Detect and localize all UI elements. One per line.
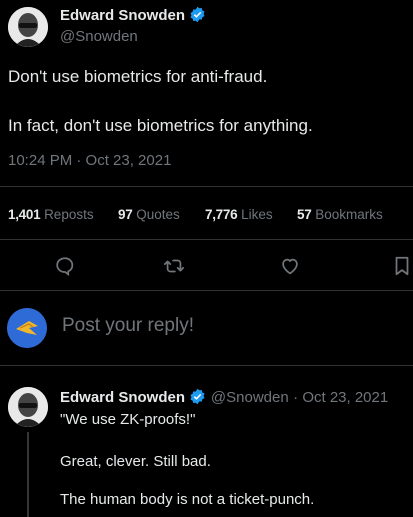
tweet-text-line-2: In fact, don't use biometrics for anythi… (8, 116, 313, 135)
author-handle[interactable]: @Snowden (60, 28, 138, 45)
likes-label: Likes (241, 207, 273, 222)
tweet-timestamp[interactable]: 10:24 PM · Oct 23, 2021 (8, 152, 171, 169)
bookmarks-stat[interactable]: 57 Bookmarks (297, 207, 383, 222)
reply-icon[interactable] (54, 255, 76, 277)
like-icon[interactable] (279, 255, 301, 277)
thread-line (27, 432, 29, 517)
author-avatar[interactable] (8, 7, 48, 47)
reposts-count: 1,401 (8, 207, 41, 222)
quotes-stat[interactable]: 97 Quotes (118, 207, 180, 222)
verified-badge-icon (189, 6, 206, 27)
divider (0, 365, 413, 366)
reposts-label: Reposts (44, 207, 94, 222)
bookmarks-count: 57 (297, 207, 312, 222)
bookmarks-label: Bookmarks (315, 207, 383, 222)
reply-author-name[interactable]: Edward Snowden (60, 389, 185, 406)
quotes-label: Quotes (136, 207, 180, 222)
reply-text-line-3: The human body is not a ticket-punch. (60, 491, 315, 508)
reply-author-avatar[interactable] (8, 387, 48, 427)
author-name-text: Edward Snowden (60, 7, 186, 24)
bookmark-icon[interactable] (392, 255, 412, 277)
quotes-count: 97 (118, 207, 133, 222)
repost-icon[interactable] (163, 255, 185, 277)
divider (0, 186, 413, 187)
author-name[interactable]: Edward Snowden (60, 6, 206, 27)
reply-input[interactable]: Post your reply! (62, 315, 194, 337)
reply-text-line-1: "We use ZK-proofs!" (60, 411, 196, 428)
divider (0, 290, 413, 291)
reply-author-handle[interactable]: @Snowden (211, 389, 289, 406)
reply-text-line-2: Great, clever. Still bad. (60, 453, 211, 470)
reply-header: Edward Snowden @Snowden · Oct 23, 2021 (60, 388, 388, 410)
user-avatar[interactable] (7, 308, 47, 348)
tweet-text-line-1: Don't use biometrics for anti-fraud. (8, 67, 268, 86)
likes-count: 7,776 (205, 207, 238, 222)
likes-stat[interactable]: 7,776 Likes (205, 207, 273, 222)
verified-badge-icon (189, 388, 206, 410)
divider (0, 239, 413, 240)
reply-date[interactable]: · Oct 23, 2021 (293, 389, 388, 406)
reposts-stat[interactable]: 1,401 Reposts (8, 207, 94, 222)
